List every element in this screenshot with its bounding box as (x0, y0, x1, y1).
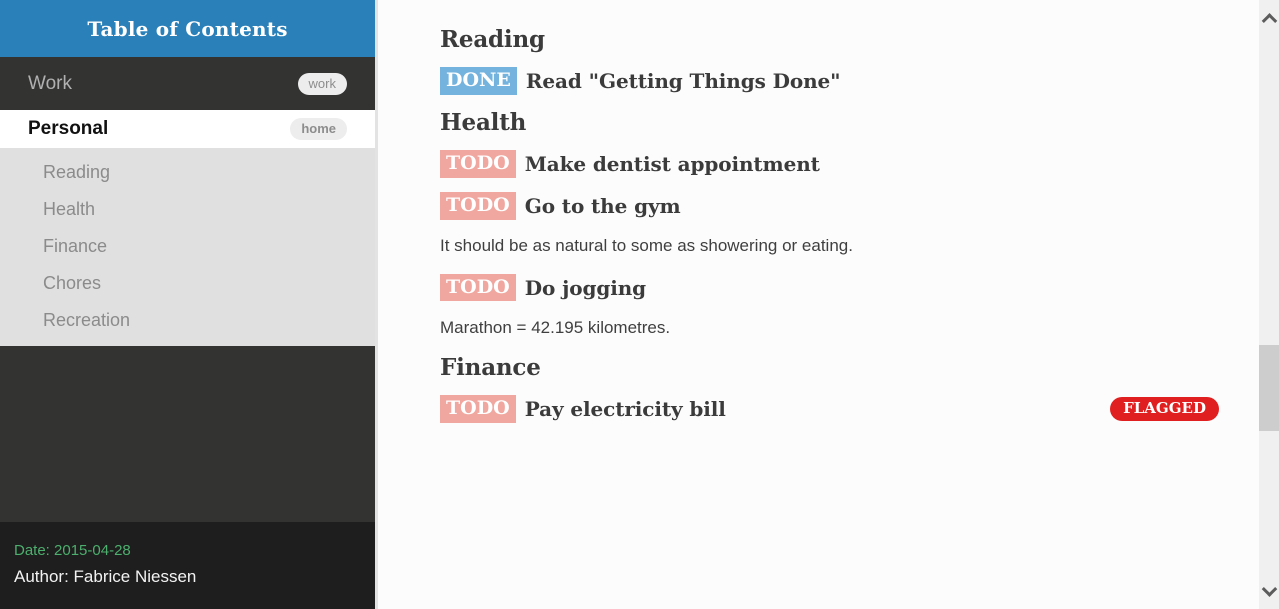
sidebar-empty-space (0, 434, 375, 522)
sidebar-item-label: Reading (43, 162, 111, 182)
footer-date: Date: 2015-04-28 (14, 542, 131, 559)
task-title: Read "Getting Things Done" (525, 69, 841, 93)
section-heading: Reading (440, 26, 545, 53)
sidebar-item-work[interactable]: Work work (0, 57, 375, 110)
sidebar-item-label: Health (43, 199, 96, 219)
footer-author: Author: Fabrice Niessen (14, 566, 197, 586)
app-root: Table of Contents Work work Personal hom… (0, 0, 1279, 609)
task-title: Go to the gym (524, 194, 681, 218)
task-keyword-todo[interactable]: TODO (440, 150, 516, 178)
document-body: Reading DONE Read "Getting Things Done" Hea… (378, 0, 1279, 609)
sidebar-item-label: Finance (43, 236, 108, 256)
sidebar-footer: Date: 2015-04-28 Author: Fabrice Niessen (0, 522, 375, 609)
sidebar-item-recreation[interactable]: Recreation (0, 302, 375, 339)
task-item[interactable]: DONE Read "Getting Things Done" (440, 66, 1219, 96)
scroll-up-button[interactable] (1259, 8, 1279, 30)
task-title: Do jogging (524, 275, 647, 300)
sidebar-item-finance[interactable]: Finance (0, 228, 375, 265)
section-heading: Finance (440, 354, 541, 381)
sidebar-item-health[interactable]: Health (0, 191, 375, 228)
task-keyword-todo[interactable]: TODO (440, 192, 516, 220)
sidebar: Table of Contents Work work Personal hom… (0, 0, 375, 609)
page-title: Table of Contents (87, 16, 288, 41)
task-item[interactable]: TODO Make dentist appointment (440, 149, 1219, 179)
sidebar-item-label: Work (28, 72, 72, 94)
sidebar-sublist: Reading Health Finance Chores Recreation (0, 148, 375, 346)
vertical-scrollbar[interactable] (1259, 0, 1279, 609)
sidebar-item-personal[interactable]: Personal home (0, 110, 375, 148)
sidebar-tag-home[interactable]: home (290, 118, 347, 140)
task-keyword-todo[interactable]: TODO (440, 273, 516, 302)
task-item[interactable]: TODO Go to the gym (440, 191, 1219, 221)
task-item[interactable]: TODO Do jogging (440, 273, 1219, 303)
task-item[interactable]: TODO Pay electricity bill FLAGGED (440, 394, 1219, 424)
paragraph: Marathon = 42.195 kilometres. (440, 317, 671, 337)
chevron-down-icon (1261, 580, 1277, 597)
chevron-up-icon (1261, 12, 1277, 29)
task-keyword-todo[interactable]: TODO (440, 395, 516, 423)
sidebar-tag-work[interactable]: work (297, 72, 347, 95)
toc-tree: Work work Personal home Reading Health F… (0, 57, 375, 434)
scroll-down-button[interactable] (1259, 579, 1279, 601)
sidebar-item-chores[interactable]: Chores (0, 265, 375, 302)
section-heading: Health (440, 109, 527, 136)
status-badge-flagged[interactable]: FLAGGED (1110, 397, 1219, 421)
task-title: Make dentist appointment (524, 152, 820, 176)
toc-header: Table of Contents (0, 0, 375, 57)
main-content-area: Reading DONE Read "Getting Things Done" Hea… (375, 0, 1279, 609)
task-title: Pay electricity bill (524, 397, 726, 421)
sidebar-item-label: Personal (28, 118, 109, 139)
sidebar-item-reading[interactable]: Reading (0, 154, 375, 191)
scrollbar-thumb[interactable] (1259, 345, 1279, 431)
paragraph: It should be as natural to some as showe… (440, 236, 853, 255)
sidebar-item-label: Recreation (43, 310, 131, 330)
task-keyword-done[interactable]: DONE (440, 67, 517, 95)
sidebar-item-label: Chores (43, 273, 102, 293)
